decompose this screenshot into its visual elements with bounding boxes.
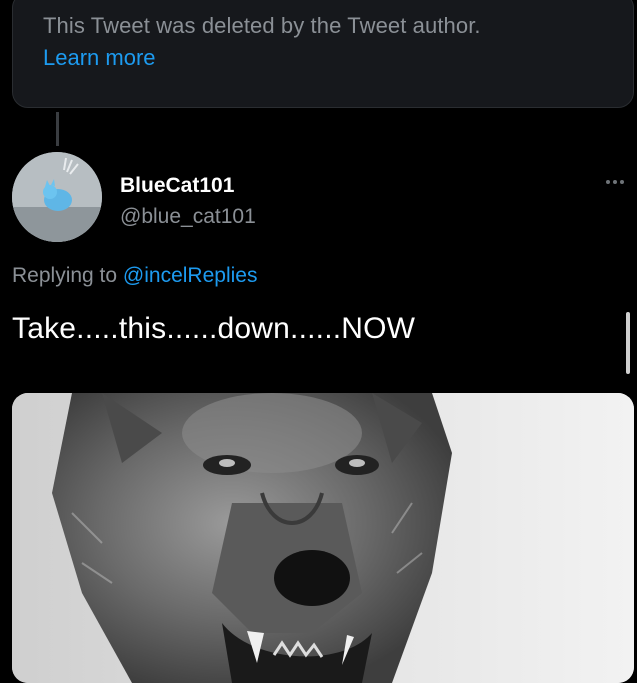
replying-to-label: Replying to <box>12 264 118 287</box>
replying-to-line: Replying to @incelReplies <box>12 264 257 288</box>
deleted-tweet-card: This Tweet was deleted by the Tweet auth… <box>12 0 634 108</box>
avatar[interactable] <box>12 152 102 242</box>
author-handle[interactable]: @blue_cat101 <box>120 205 256 229</box>
replying-to-mention-link[interactable]: @incelReplies <box>123 264 258 287</box>
scrollbar-thumb[interactable] <box>626 312 630 374</box>
snarling-wolf-image <box>12 393 634 683</box>
thread-connector-line <box>56 112 59 146</box>
more-options-icon <box>606 180 624 184</box>
tweet-text: Take.....this......down......NOW <box>12 312 416 345</box>
author-display-name[interactable]: BlueCat101 <box>120 174 234 198</box>
deleted-tweet-message: This Tweet was deleted by the Tweet auth… <box>43 13 481 38</box>
cat-avatar-image <box>12 152 102 242</box>
tweet-media-photo[interactable] <box>12 393 634 683</box>
learn-more-link[interactable]: Learn more <box>43 45 156 71</box>
more-options-button[interactable] <box>600 170 630 194</box>
